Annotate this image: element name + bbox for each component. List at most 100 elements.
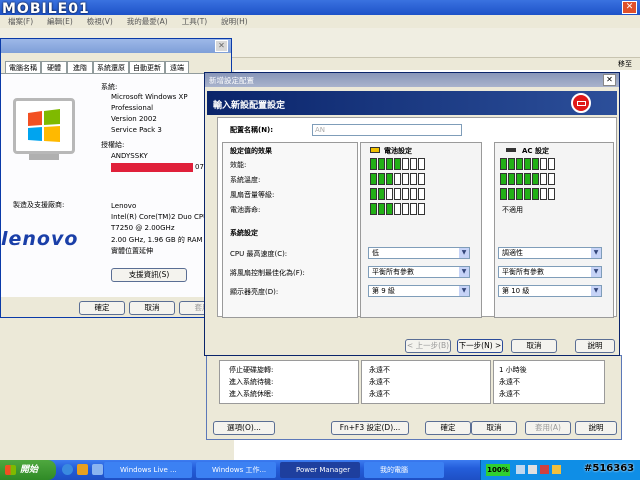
sysprops-cancel-button[interactable]: 取消	[129, 301, 175, 315]
maker-line-3: T7250 @ 2.00GHz	[111, 224, 175, 232]
task-label: Windows 工作...	[212, 466, 267, 474]
desktop-icon[interactable]	[92, 464, 103, 475]
battery-icon	[370, 147, 380, 153]
task-label: 我的電腦	[380, 466, 408, 474]
level-segment	[516, 158, 523, 170]
task-label: Power Manager	[296, 466, 351, 474]
dialog-content: 配置名稱(N): AN 設定值的效果 電池設定 AC 設定 效能: 系統溫度: …	[217, 117, 617, 318]
explorer-title-bar	[0, 0, 640, 15]
fan-control-battery-select[interactable]: 平衡所有參數 ▼	[368, 266, 470, 278]
task-button-active[interactable]: Power Manager	[280, 462, 360, 478]
explorer-close-button[interactable]: ✕	[622, 1, 637, 14]
battery-level-bars	[370, 158, 425, 170]
media-icon[interactable]	[77, 464, 88, 475]
sysprops-close-button[interactable]: ✕	[215, 40, 228, 52]
level-segment	[524, 158, 531, 170]
support-info-button[interactable]: 支援資訊(S)	[111, 268, 187, 282]
ac-header: AC 設定	[522, 147, 549, 155]
brightness-battery-value: 第 9 級	[372, 287, 395, 295]
chevron-down-icon: ▼	[459, 248, 469, 258]
sysprops-ok-button[interactable]: 確定	[79, 301, 125, 315]
battery-level-bars	[370, 203, 425, 215]
power-manager-icon	[571, 93, 591, 113]
level-segment	[386, 158, 393, 170]
task-label: Windows Live ...	[120, 466, 177, 474]
back-button[interactable]: < 上一步(B)	[405, 339, 451, 353]
level-segment	[524, 173, 531, 185]
cpu-speed-ac-select[interactable]: 調適性 ▼	[498, 247, 602, 259]
security-icon[interactable]	[540, 465, 549, 474]
level-segment	[394, 188, 401, 200]
back-apply-button[interactable]: 套用(A)	[525, 421, 571, 435]
start-label: 開始	[20, 465, 39, 475]
level-segment	[370, 173, 377, 185]
level-segment	[402, 203, 409, 215]
options-button[interactable]: 選項(O)...	[213, 421, 275, 435]
level-segment	[418, 158, 425, 170]
level-segment	[548, 173, 555, 185]
ac-level-bars	[500, 173, 555, 185]
dialog-title: 新增設定配置	[209, 76, 254, 85]
level-segment	[370, 158, 377, 170]
chevron-down-icon: ▼	[459, 286, 469, 296]
effect-row-label: 電池壽命:	[230, 206, 261, 214]
task-button[interactable]: Windows 工作...	[196, 462, 276, 478]
level-segment	[378, 203, 385, 215]
level-segment	[540, 173, 547, 185]
back-cancel-button[interactable]: 取消	[471, 421, 517, 435]
battery-plug-icon	[577, 101, 586, 106]
monitor-stand	[29, 154, 59, 160]
brightness-battery-select[interactable]: 第 9 級 ▼	[368, 285, 470, 297]
brightness-ac-value: 第 10 級	[502, 287, 530, 295]
ac-level-bars	[500, 158, 555, 170]
os-line-1: Microsoft Windows XP	[111, 93, 188, 101]
next-button[interactable]: 下一步(N) >	[457, 339, 503, 353]
system-settings-label: 系統設定	[230, 229, 258, 237]
fan-control-ac-select[interactable]: 平衡所有參數 ▼	[498, 266, 602, 278]
watermark-id: #516363	[584, 463, 635, 474]
level-segment	[418, 203, 425, 215]
power-manager-dialog: 停止硬碟旋轉: 進入系統待機: 進入系統休眠: 永遠不 永遠不 永遠不 1 小時…	[206, 355, 622, 440]
network-icon[interactable]	[516, 465, 525, 474]
menu-view[interactable]: 檢視(V)	[87, 15, 113, 28]
menu-help[interactable]: 說明(H)	[221, 15, 248, 28]
back-battery-value: 永遠不	[369, 390, 390, 398]
quick-launch	[62, 464, 103, 475]
maker-line-1: Lenovo	[111, 202, 137, 210]
level-segment	[508, 158, 515, 170]
back-ok-button[interactable]: 確定	[425, 421, 471, 435]
task-button[interactable]: Windows Live ...	[104, 462, 192, 478]
back-battery-value: 永遠不	[369, 378, 390, 386]
cpu-speed-battery-select[interactable]: 低 ▼	[368, 247, 470, 259]
config-name-input[interactable]: AN	[312, 124, 462, 136]
cancel-button[interactable]: 取消	[511, 339, 557, 353]
menu-tools[interactable]: 工具(T)	[182, 15, 207, 28]
menu-favorites[interactable]: 我的最愛(A)	[127, 15, 168, 28]
effect-row-label: 系統溫度:	[230, 176, 261, 184]
brightness-ac-select[interactable]: 第 10 級 ▼	[498, 285, 602, 297]
fan-control-label: 將風扇控制最佳化為(F):	[230, 269, 305, 277]
volume-icon[interactable]	[528, 465, 537, 474]
task-button[interactable]: 我的電腦	[364, 462, 444, 478]
system-label: 系統:	[101, 83, 118, 91]
sysprops-title-bar	[1, 39, 231, 53]
brightness-label: 顯示器亮度(D):	[230, 288, 279, 296]
maker-line-2: Intel(R) Core(TM)2 Duo CPU	[111, 213, 209, 221]
level-segment	[548, 188, 555, 200]
ie-icon[interactable]	[62, 464, 73, 475]
maker-line-5: 實體位置延伸	[111, 247, 153, 255]
battery-gauge[interactable]: 100%	[486, 464, 510, 476]
os-line-3: Version 2002	[111, 115, 157, 123]
back-help-button[interactable]: 說明	[575, 421, 617, 435]
fn-f3-settings-button[interactable]: Fn+F3 設定(D)...	[331, 421, 409, 435]
level-segment	[418, 188, 425, 200]
level-segment	[532, 158, 539, 170]
redacted-block	[111, 163, 193, 172]
registered-label: 授權給:	[101, 141, 125, 149]
back-row-label: 進入系統休眠:	[229, 390, 274, 398]
dialog-close-button[interactable]: ✕	[603, 74, 616, 86]
level-segment	[402, 188, 409, 200]
update-icon[interactable]	[552, 465, 561, 474]
help-button[interactable]: 說明	[575, 339, 615, 353]
go-label[interactable]: 移至	[618, 59, 632, 69]
